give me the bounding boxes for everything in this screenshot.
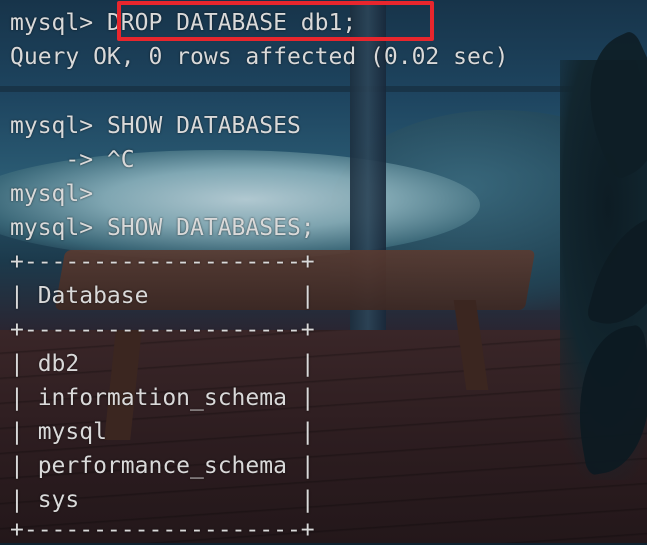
show-databases-command: SHOW DATABASES [106,113,301,139]
terminal-line-show-final: mysql> SHOW DATABASES; [10,213,315,243]
show-databases-command: SHOW DATABASES; [106,215,315,241]
table-row: | information_schema | [10,385,315,411]
highlight-box [117,1,434,41]
table-border-top: +--------------------+ [10,249,315,275]
mysql-prompt: mysql> [10,10,107,36]
mysql-prompt: mysql> [10,113,107,139]
table-row: | performance_schema | [10,453,315,479]
table-row: | sys | [10,487,315,513]
table-border-mid: +--------------------+ [10,317,315,343]
table-border-bottom: +--------------------+ [10,517,315,543]
terminal-line-show: mysql> SHOW DATABASES [10,111,301,141]
continuation-line: -> ^C [10,147,135,173]
terminal-line-empty: mysql> [10,179,107,209]
mysql-prompt: mysql> [10,181,107,207]
table-row: | mysql | [10,419,315,445]
table-row: | db2 | [10,351,315,377]
mysql-prompt: mysql> [10,215,107,241]
query-result-line: Query OK, 0 rows affected (0.02 sec) [10,44,509,70]
terminal-output[interactable]: mysql> DROP DATABASE db1; Query OK, 0 ro… [0,0,647,543]
table-header: | Database | [10,283,315,309]
